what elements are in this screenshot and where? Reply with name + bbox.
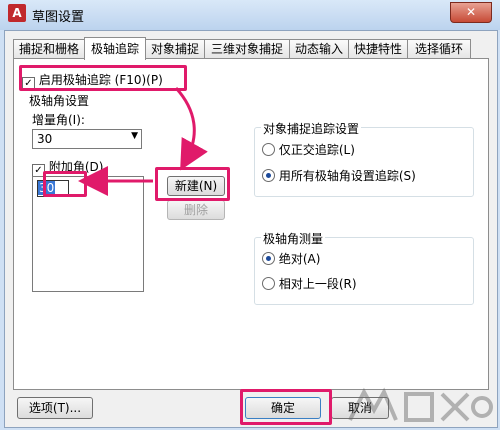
enable-polar-label: 启用极轴追踪 (F10)(P): [38, 73, 163, 87]
chevron-down-icon: ▼: [131, 131, 138, 141]
tab-selection-cycling[interactable]: 选择循环: [407, 39, 471, 59]
tab-object-snap[interactable]: 对象捕捉: [145, 39, 205, 59]
options-button[interactable]: 选项(T)...: [17, 397, 93, 419]
dialog-body: 捕捉和栅格 极轴追踪 对象捕捉 三维对象捕捉 动态输入 快捷特性 选择循环 ✓ …: [4, 30, 498, 428]
measurement-group: 极轴角测量: [254, 230, 474, 305]
tab-3d-object-snap[interactable]: 三维对象捕捉: [204, 39, 290, 59]
tab-polar-tracking[interactable]: 极轴追踪: [84, 37, 146, 60]
polar-tracking-panel: ✓ 启用极轴追踪 (F10)(P) 极轴角设置 增量角(I): 30 ▼ ✓ 附…: [13, 58, 489, 390]
tab-snap-grid[interactable]: 捕捉和栅格: [13, 39, 85, 59]
title-bar: A 草图设置 ✕: [0, 0, 500, 30]
new-angle-button[interactable]: 新建(N): [167, 176, 225, 196]
autocad-app-icon: A: [8, 4, 26, 22]
close-button[interactable]: ✕: [450, 2, 492, 23]
snap-tracking-group-label: 对象捕捉追踪设置: [261, 120, 362, 137]
tab-quick-properties[interactable]: 快捷特性: [348, 39, 408, 59]
additional-angle-toggle[interactable]: ✓ 附加角(D): [32, 158, 103, 177]
snap-tracking-group: 对象捕捉追踪设置: [254, 120, 474, 197]
list-item[interactable]: 30: [38, 181, 56, 195]
absolute-label: 绝对(A): [278, 252, 321, 266]
tab-dynamic-input[interactable]: 动态输入: [289, 39, 349, 59]
enable-polar-tracking[interactable]: ✓ 启用极轴追踪 (F10)(P): [22, 71, 163, 90]
relative-last-segment-option[interactable]: 相对上一段(R): [262, 275, 357, 292]
measurement-group-label: 极轴角测量: [261, 230, 326, 247]
relative-last-segment-radio[interactable]: [262, 277, 275, 290]
angle-edit-field[interactable]: 30: [37, 180, 69, 197]
relative-last-segment-label: 相对上一段(R): [278, 277, 357, 291]
increment-angle-value: 30: [37, 132, 53, 146]
polar-angle-group-label: 极轴角设置: [27, 92, 92, 109]
orthogonal-only-option[interactable]: 仅正交追踪(L): [262, 141, 355, 158]
orthogonal-only-label: 仅正交追踪(L): [278, 143, 355, 157]
absolute-option[interactable]: 绝对(A): [262, 250, 320, 267]
additional-angle-label: 附加角(D): [48, 160, 104, 174]
enable-polar-checkbox[interactable]: ✓: [22, 77, 35, 90]
watermark-logo: [348, 387, 493, 422]
all-polar-settings-radio[interactable]: [262, 169, 275, 182]
all-polar-settings-label: 用所有极轴角设置追踪(S): [278, 169, 416, 183]
increment-angle-label: 增量角(I):: [32, 113, 85, 127]
additional-angle-list[interactable]: 30: [32, 176, 144, 292]
ok-button[interactable]: 确定: [245, 397, 321, 419]
orthogonal-only-radio[interactable]: [262, 143, 275, 156]
increment-angle-dropdown[interactable]: 30 ▼: [32, 129, 142, 149]
delete-angle-button[interactable]: 删除: [167, 200, 225, 220]
window-title: 草图设置: [32, 10, 85, 25]
absolute-radio[interactable]: [262, 252, 275, 265]
all-polar-settings-option[interactable]: 用所有极轴角设置追踪(S): [262, 167, 416, 184]
